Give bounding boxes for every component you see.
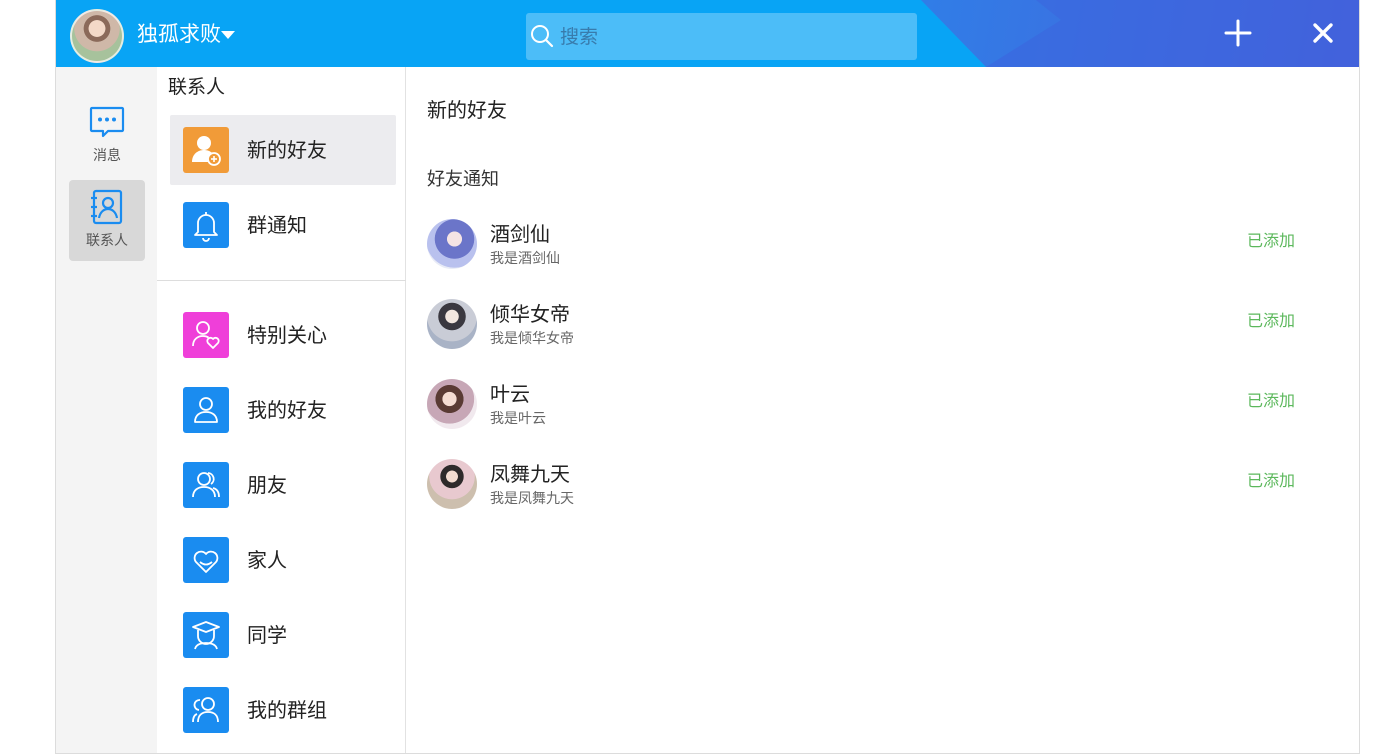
add-friend-icon: [183, 127, 229, 173]
notification-message: 我是叶云: [490, 411, 546, 427]
contact-item-new-friends[interactable]: 新的好友: [170, 115, 396, 185]
avatar[interactable]: [427, 219, 477, 269]
message-icon: [89, 106, 125, 138]
rail-label-contacts: 联系人: [86, 233, 128, 249]
group-label: 我的群组: [247, 698, 327, 722]
contacts-title: 联系人: [168, 76, 226, 98]
user-avatar[interactable]: [70, 9, 124, 63]
group-label: 我的好友: [247, 398, 327, 422]
notification-item[interactable]: 叶云 我是叶云 已添加: [427, 379, 1317, 433]
avatar[interactable]: [427, 459, 477, 509]
contacts-window: 独孤求败 消息: [55, 0, 1360, 754]
notification-name: 酒剑仙: [490, 222, 550, 246]
avatar[interactable]: [427, 299, 477, 349]
status-badge: 已添加: [1247, 311, 1296, 330]
group-my-friends[interactable]: 我的好友: [170, 375, 396, 445]
classmate-icon: [183, 612, 229, 658]
group-label: 同学: [247, 623, 287, 647]
group-label: 家人: [247, 548, 287, 572]
notification-name: 凤舞九天: [490, 462, 570, 486]
contact-item-label: 新的好友: [247, 138, 327, 162]
notification-name: 倾华女帝: [490, 302, 570, 326]
bell-icon: [183, 202, 229, 248]
section-title: 好友通知: [427, 169, 499, 190]
notification-message: 我是凤舞九天: [490, 491, 574, 507]
close-icon[interactable]: [1312, 22, 1334, 44]
search-input[interactable]: [558, 22, 902, 52]
heart-user-icon: [183, 312, 229, 358]
group-label: 特别关心: [247, 323, 327, 347]
contact-item-group-notices[interactable]: 群通知: [170, 190, 396, 260]
group-label: 朋友: [247, 473, 287, 497]
status-badge: 已添加: [1247, 231, 1296, 250]
group-friends[interactable]: 朋友: [170, 450, 396, 520]
avatar[interactable]: [427, 379, 477, 429]
contacts-panel: 联系人 新的好友 群通知 特别关心 我的好友 朋友 家人 同学 我的群组: [157, 67, 406, 753]
group-classmates[interactable]: 同学: [170, 600, 396, 670]
status-badge: 已添加: [1247, 471, 1296, 490]
nav-rail: 消息 联系人: [56, 67, 157, 753]
status-badge: 已添加: [1247, 391, 1296, 410]
group-special-care[interactable]: 特别关心: [170, 300, 396, 370]
search-icon: [531, 25, 554, 48]
add-icon[interactable]: [1224, 19, 1252, 47]
page-title: 新的好友: [427, 98, 507, 122]
rail-item-contacts[interactable]: 联系人: [69, 180, 145, 261]
notification-item[interactable]: 酒剑仙 我是酒剑仙 已添加: [427, 219, 1317, 273]
search-box[interactable]: [526, 13, 917, 60]
friends-icon: [183, 462, 229, 508]
notification-message: 我是酒剑仙: [490, 251, 560, 267]
main-panel: 新的好友 好友通知 酒剑仙 我是酒剑仙 已添加 倾华女帝 我是倾华女帝 已添加 …: [407, 67, 1359, 753]
divider: [157, 280, 406, 281]
contact-item-label: 群通知: [247, 213, 307, 237]
family-heart-icon: [183, 537, 229, 583]
notification-item[interactable]: 倾华女帝 我是倾华女帝 已添加: [427, 299, 1317, 353]
group-my-groups[interactable]: 我的群组: [170, 675, 396, 745]
group-family[interactable]: 家人: [170, 525, 396, 595]
notification-message: 我是倾华女帝: [490, 331, 574, 347]
rail-label-messages: 消息: [93, 148, 121, 164]
group-icon: [183, 687, 229, 733]
username[interactable]: 独孤求败: [137, 21, 221, 47]
notification-name: 叶云: [490, 382, 530, 406]
caret-down-icon[interactable]: [221, 31, 235, 39]
user-icon: [183, 387, 229, 433]
title-bar: 独孤求败: [56, 0, 1359, 67]
contacts-icon: [91, 189, 123, 225]
rail-item-messages[interactable]: 消息: [69, 95, 145, 176]
notification-item[interactable]: 凤舞九天 我是凤舞九天 已添加: [427, 459, 1317, 513]
